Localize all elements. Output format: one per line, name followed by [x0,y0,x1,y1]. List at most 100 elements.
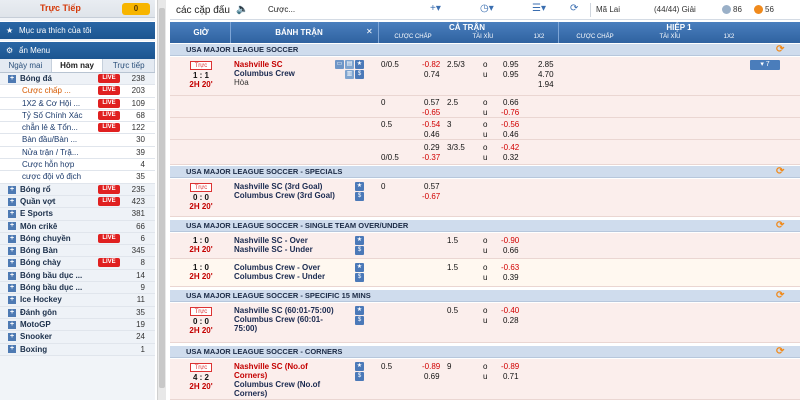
handicap-away-odds[interactable]: -0.65 [422,108,440,117]
tab-live[interactable]: Trực tiếp [103,59,156,72]
sport-item[interactable]: + Quần vợt LIVE 423 [0,195,155,209]
sport-item[interactable]: + Bóng đá LIVE 238 [0,73,155,86]
home-team[interactable]: Nashville SC [234,60,342,69]
under-odds[interactable]: -0.76 [501,108,519,117]
expand-icon[interactable]: + [8,283,16,292]
1x2-home-odds[interactable]: 2.85 [538,60,554,69]
more-bets-button[interactable]: ▾ 7 [750,60,780,70]
chart-icon[interactable]: ▥ [345,70,354,79]
league-header[interactable]: USA MAJOR LEAGUE SOCCER - SPECIFIC 15 MI… [170,290,800,302]
expand-icon[interactable]: + [8,247,16,256]
sport-item[interactable]: + Bóng bầu dục ... 9 [0,282,155,295]
favorites-bar[interactable]: ★ Mục ưa thích của tôi [0,21,155,39]
dollar-icon[interactable]: $ [355,273,364,282]
sport-item[interactable]: + E Sports 381 [0,208,155,221]
refresh-icon[interactable]: ⟳ [570,3,578,14]
live-stream-icon[interactable]: Trực [190,307,212,316]
handicap-away-odds[interactable]: -0.37 [422,153,440,162]
home-team[interactable]: Nashville SC - Over [234,236,342,245]
league-header[interactable]: USA MAJOR LEAGUE SOCCER - SINGLE TEAM OV… [170,220,800,232]
tv-icon[interactable]: ▭ [335,60,344,69]
favorite-star-icon[interactable]: ★ [355,306,364,315]
sport-subitem[interactable]: cược đội vô địch 35 [0,171,155,184]
expand-icon[interactable]: + [8,296,16,305]
sport-item[interactable]: + Bóng bầu dục ... 14 [0,269,155,283]
live-stream-icon[interactable]: Trực [190,61,212,70]
sport-subitem[interactable]: Cược hỗn hợp 4 [0,159,155,172]
tab-today[interactable]: Hôm nay [51,59,104,72]
home-team[interactable]: Nashville SC (60:01-75:00) [234,306,342,315]
handicap-home-odds[interactable]: -0.82 [422,60,440,69]
sport-subitem[interactable]: 1X2 & Cơ Hội ... LIVE 109 [0,97,155,110]
sport-item[interactable]: + Đánh gôn 35 [0,306,155,319]
live-stream-icon[interactable]: Trực [190,363,212,372]
expand-icon[interactable]: + [8,210,16,219]
sport-item[interactable]: + Môn crikê 66 [0,220,155,233]
refresh-icon[interactable]: ⟳ [776,221,786,231]
hide-menu-bar[interactable]: ⚙ ẩn Menu [0,41,155,59]
refresh-icon[interactable]: ⟳ [776,347,786,357]
handicap-home-odds[interactable]: -0.89 [422,362,440,371]
favorite-star-icon[interactable]: ★ [355,182,364,191]
scrollbar-thumb[interactable] [159,8,165,388]
under-odds[interactable]: 0.46 [503,130,519,139]
expand-icon[interactable]: + [8,197,16,206]
under-odds[interactable]: 0.95 [503,70,519,79]
expand-icon[interactable]: + [8,234,16,243]
dollar-icon[interactable]: $ [355,246,364,255]
over-odds[interactable]: -0.40 [501,306,519,315]
expand-icon[interactable]: + [8,320,16,329]
favorite-star-icon[interactable]: ★ [355,236,364,245]
odds-type-select[interactable]: Mã Lai [596,5,620,14]
handicap-home-odds[interactable]: 0.57 [424,98,440,107]
over-odds[interactable]: -0.63 [501,263,519,272]
over-odds[interactable]: -0.89 [501,362,519,371]
refresh-icon[interactable]: ⟳ [776,167,786,177]
under-odds[interactable]: 0.32 [503,153,519,162]
favorite-star-icon[interactable]: ★ [355,60,364,69]
refresh-icon[interactable]: ⟳ [776,291,786,301]
dollar-icon[interactable]: $ [355,192,364,201]
clock-icon[interactable]: ◷▾ [480,3,494,14]
sort-icon[interactable]: ☰▾ [532,3,546,14]
handicap-away-odds[interactable]: 0.74 [424,70,440,79]
under-odds[interactable]: 0.71 [503,372,519,381]
under-odds[interactable]: 0.39 [503,273,519,282]
handicap-home-odds[interactable]: -0.54 [422,120,440,129]
sport-subitem[interactable]: Nửa trận / Trậ... 39 [0,146,155,160]
sport-item[interactable]: + Snooker 24 [0,331,155,344]
home-team[interactable]: Columbus Crew - Over [234,263,342,272]
expand-icon[interactable]: + [8,74,16,83]
live-tab[interactable]: Trực Tiếp 0 [0,0,155,18]
sport-subitem[interactable]: Tỷ Số Chính Xác LIVE 68 [0,109,155,123]
expand-icon[interactable]: + [8,308,16,317]
dollar-icon[interactable]: $ [355,372,364,381]
away-team[interactable]: Nashville SC - Under [234,245,342,254]
away-team[interactable]: Columbus Crew - Under [234,272,342,281]
home-team[interactable]: Nashville SC (3rd Goal) [234,182,342,191]
home-team[interactable]: Nashville SC (No.of Corners) [234,362,342,380]
handicap-home-odds[interactable]: 0.29 [424,143,440,152]
sport-subitem[interactable]: Bàn đầu/Bàn ... 30 [0,134,155,147]
sidebar-scrollbar[interactable] [157,0,166,400]
sport-item[interactable]: + Bóng chày LIVE 8 [0,257,155,270]
favorite-star-icon[interactable]: ★ [355,263,364,272]
sport-item[interactable]: + Boxing 1 [0,343,155,356]
over-odds[interactable]: -0.42 [501,143,519,152]
expand-icon[interactable]: + [8,345,16,354]
expand-icon[interactable]: + [8,259,16,268]
speaker-icon[interactable]: 🔈 [236,4,248,15]
refresh-icon[interactable]: ⟳ [776,45,786,55]
expand-icon[interactable]: + [8,271,16,280]
sport-item[interactable]: + Ice Hockey 11 [0,294,155,307]
bet-type-select[interactable]: Cược... [268,5,295,14]
handicap-away-odds[interactable]: 0.46 [424,130,440,139]
tab-tomorrow[interactable]: Ngày mai [0,59,52,72]
league-header[interactable]: USA MAJOR LEAGUE SOCCER - SPECIALS ⟳ [170,166,800,178]
handicap-away-odds[interactable]: 0.69 [424,372,440,381]
badge-1[interactable]: 86 [722,5,742,15]
sport-subitem[interactable]: Cược chấp ... LIVE 203 [0,85,155,98]
over-odds[interactable]: -0.90 [501,236,519,245]
badge-2[interactable]: 56 [754,5,774,15]
over-odds[interactable]: -0.56 [501,120,519,129]
